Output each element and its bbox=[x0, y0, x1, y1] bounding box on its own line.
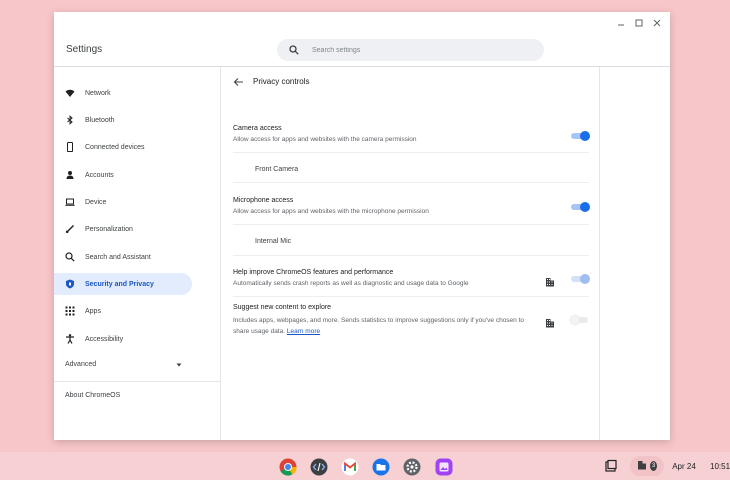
help-improve-subtitle: Automatically sends crash reports as wel… bbox=[233, 280, 469, 287]
enterprise-policy-icon bbox=[545, 315, 555, 328]
bluetooth-icon bbox=[65, 115, 75, 125]
camera-access-subtitle: Allow access for apps and websites with … bbox=[233, 136, 417, 143]
accessibility-icon bbox=[65, 334, 75, 344]
laptop-icon bbox=[65, 197, 75, 207]
enterprise-icon bbox=[637, 460, 647, 472]
apps-grid-icon bbox=[65, 306, 75, 316]
suggest-content-toggle bbox=[570, 315, 589, 325]
settings-icon[interactable] bbox=[403, 458, 421, 476]
row-divider bbox=[233, 182, 589, 183]
microphone-access-title: Microphone access bbox=[233, 197, 294, 204]
wifi-icon bbox=[65, 88, 75, 98]
camera-access-toggle[interactable] bbox=[571, 131, 590, 141]
search-input[interactable] bbox=[312, 46, 512, 54]
row-divider bbox=[233, 255, 589, 256]
sidebar-item-label: Network bbox=[85, 89, 111, 97]
sidebar: Network Bluetooth Connected devices Acco… bbox=[54, 67, 221, 440]
shield-icon bbox=[65, 279, 75, 289]
sidebar-item-label: Accessibility bbox=[85, 335, 124, 343]
enterprise-policy-icon bbox=[545, 274, 555, 287]
microphone-access-subtitle: Allow access for apps and websites with … bbox=[233, 208, 429, 215]
date-label: Apr 24 bbox=[672, 461, 696, 471]
sidebar-item-label: Personalization bbox=[85, 225, 133, 233]
title-bar: Settings bbox=[54, 12, 670, 66]
date-tray[interactable]: Apr 24 bbox=[664, 456, 704, 476]
camera-device-name: Front Camera bbox=[255, 166, 299, 173]
row-divider bbox=[233, 224, 589, 225]
sidebar-item-bluetooth[interactable]: Bluetooth bbox=[54, 109, 192, 131]
sidebar-item-network[interactable]: Network bbox=[54, 82, 192, 104]
search-box[interactable] bbox=[277, 39, 544, 61]
sidebar-item-personalization[interactable]: Personalization bbox=[54, 218, 192, 240]
sidebar-item-apps[interactable]: Apps bbox=[54, 300, 192, 322]
suggest-content-subtitle: Includes apps, webpages, and more. Sends… bbox=[233, 315, 533, 337]
sidebar-item-label: Apps bbox=[85, 307, 101, 315]
row-divider bbox=[233, 296, 589, 297]
advanced-label: Advanced bbox=[65, 361, 97, 368]
sidebar-item-label: Security and Privacy bbox=[85, 280, 154, 288]
suggest-content-title: Suggest new content to explore bbox=[233, 304, 332, 311]
tote-icon[interactable] bbox=[604, 459, 618, 473]
gallery-icon[interactable] bbox=[435, 458, 453, 476]
sidebar-item-device[interactable]: Device bbox=[54, 191, 192, 213]
sidebar-item-search-and-assistant[interactable]: Search and Assistant bbox=[54, 246, 192, 268]
clock-tray[interactable]: 10:51 bbox=[704, 456, 730, 476]
sidebar-item-accounts[interactable]: Accounts bbox=[54, 164, 192, 186]
close-icon[interactable] bbox=[648, 16, 666, 30]
sidebar-item-label: Accounts bbox=[85, 171, 114, 179]
maximize-icon[interactable] bbox=[630, 16, 648, 30]
suggest-content-description: Includes apps, webpages, and more. Sends… bbox=[233, 317, 525, 335]
search-icon bbox=[289, 44, 301, 56]
sidebar-item-about[interactable]: About ChromeOS bbox=[65, 392, 120, 399]
sidebar-item-label: Connected devices bbox=[85, 143, 145, 151]
learn-more-link[interactable]: Learn more bbox=[287, 328, 320, 335]
sidebar-item-label: Bluetooth bbox=[85, 116, 115, 124]
help-improve-title: Help improve ChromeOS features and perfo… bbox=[233, 269, 394, 276]
phone-icon bbox=[65, 142, 75, 152]
notification-count-badge: 3 bbox=[650, 461, 657, 471]
gmail-icon[interactable] bbox=[341, 458, 359, 476]
sidebar-item-connected-devices[interactable]: Connected devices bbox=[54, 136, 192, 158]
page-title: Privacy controls bbox=[253, 77, 310, 86]
help-improve-toggle bbox=[571, 274, 590, 284]
microphone-device-name: Internal Mic bbox=[255, 238, 292, 245]
sidebar-item-accessibility[interactable]: Accessibility bbox=[54, 328, 192, 350]
sidebar-item-security-and-privacy[interactable]: Security and Privacy bbox=[54, 273, 192, 295]
main-panel: Privacy controls Camera access Allow acc… bbox=[222, 67, 600, 440]
person-icon bbox=[65, 170, 75, 180]
advanced-toggle[interactable]: Advanced bbox=[65, 361, 183, 371]
search-icon bbox=[65, 252, 75, 262]
back-arrow-icon[interactable] bbox=[233, 76, 245, 88]
shelf: 3 Apr 24 10:51 bbox=[0, 452, 730, 480]
chevron-down-icon bbox=[175, 361, 183, 371]
settings-window: Settings Network Bluetooth Connected dev… bbox=[54, 12, 670, 440]
camera-access-title: Camera access bbox=[233, 125, 282, 132]
chrome-icon[interactable] bbox=[279, 458, 297, 476]
sidebar-item-label: Search and Assistant bbox=[85, 253, 151, 261]
window-controls bbox=[612, 16, 666, 30]
terminal-icon[interactable] bbox=[310, 458, 328, 476]
sidebar-item-label: Device bbox=[85, 198, 107, 206]
sidebar-divider bbox=[54, 381, 221, 382]
time-label: 10:51 bbox=[710, 461, 730, 471]
microphone-access-toggle[interactable] bbox=[571, 202, 590, 212]
app-title: Settings bbox=[66, 44, 103, 55]
minimize-icon[interactable] bbox=[612, 16, 630, 30]
brush-icon bbox=[65, 224, 75, 234]
files-icon[interactable] bbox=[372, 458, 390, 476]
status-area-left[interactable]: 3 bbox=[630, 456, 664, 476]
row-divider bbox=[233, 152, 589, 153]
